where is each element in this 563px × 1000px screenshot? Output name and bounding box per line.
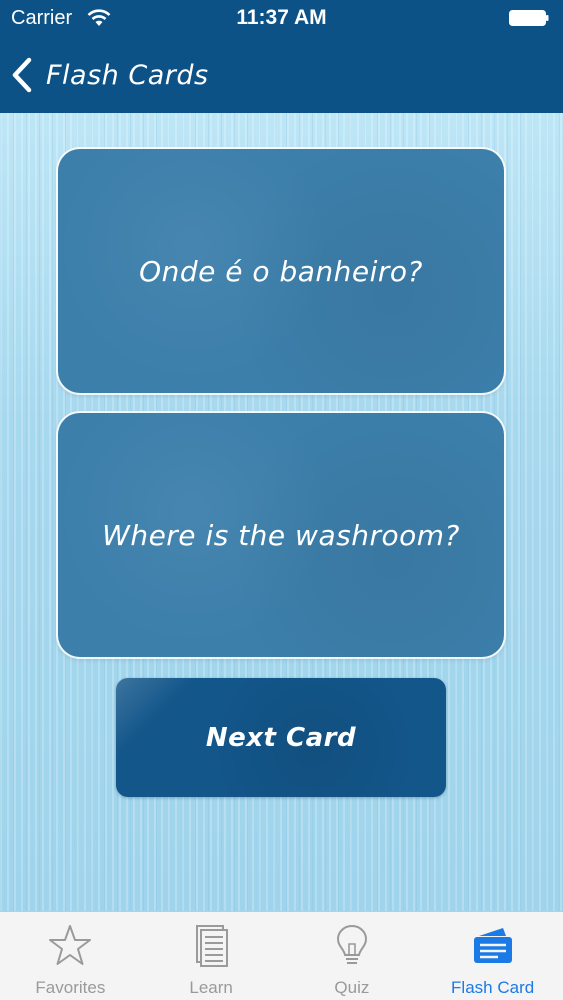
tab-bar: Favorites Learn Quiz Flash Card [0, 911, 563, 1000]
tab-quiz[interactable]: Quiz [282, 912, 423, 1000]
navigation-bar: Carrier 11:37 AM Flash Cards [0, 0, 563, 113]
next-card-label: Next Card [205, 722, 357, 753]
tab-label-quiz: Quiz [334, 978, 370, 997]
tab-flash-card[interactable]: Flash Card [422, 912, 563, 1000]
answer-text: Where is the washroom? [102, 518, 460, 552]
tab-label-favorites: Favorites [35, 978, 106, 997]
answer-card[interactable]: Where is the washroom? [58, 413, 504, 657]
tab-learn[interactable]: Learn [141, 912, 282, 1000]
flash-card-content: Onde é o banheiro? Where is the washroom… [0, 113, 563, 911]
question-card[interactable]: Onde é o banheiro? [58, 149, 504, 393]
tab-favorites[interactable]: Favorites [0, 912, 141, 1000]
tab-label-flash-card: Flash Card [451, 978, 535, 997]
battery-icon [509, 10, 549, 26]
status-bar: Carrier 11:37 AM [0, 0, 563, 38]
document-icon [196, 925, 229, 967]
back-button[interactable]: Flash Cards [10, 55, 209, 95]
star-icon [49, 925, 92, 965]
chevron-left-icon [12, 57, 32, 93]
lightbulb-icon [336, 924, 367, 964]
question-text: Onde é o banheiro? [139, 254, 423, 288]
tab-label-learn: Learn [189, 978, 233, 997]
next-card-button[interactable]: Next Card [116, 678, 446, 797]
app-screen: Carrier 11:37 AM Flash Cards Onde é o ba… [0, 0, 563, 1000]
flash-card-icon [473, 928, 512, 963]
back-label: Flash Cards [46, 59, 209, 91]
status-time: 11:37 AM [236, 6, 327, 29]
